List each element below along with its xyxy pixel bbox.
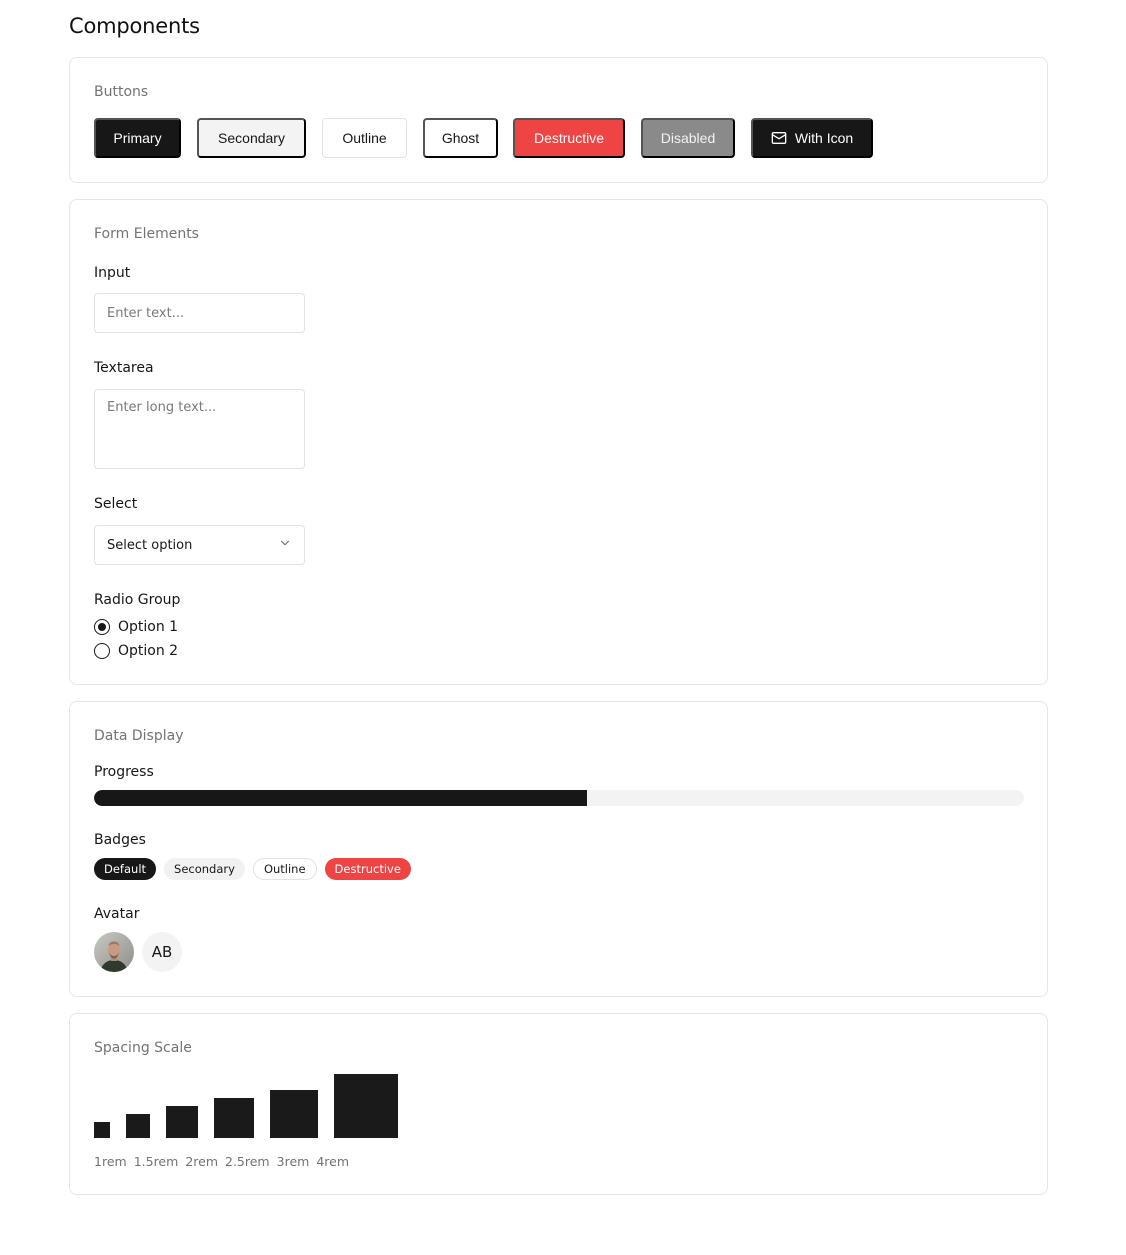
- radio-group-label: Radio Group: [94, 592, 181, 608]
- badge-outline: Outline: [252, 858, 317, 880]
- spacing-square-1rem: [94, 1122, 110, 1138]
- spacing-label: 1rem: [94, 1154, 127, 1169]
- secondary-button[interactable]: Secondary: [197, 118, 306, 158]
- select-label: Select: [94, 496, 138, 512]
- radio-option-1[interactable]: Option 1: [94, 619, 178, 635]
- spacing-square-3rem: [270, 1090, 318, 1138]
- data-display-card: Data Display Progress Badges Default Sec…: [69, 701, 1048, 997]
- badge-destructive: Destructive: [324, 858, 411, 880]
- avatar-list: AB: [94, 932, 182, 972]
- disabled-button[interactable]: Disabled: [641, 118, 735, 158]
- radio-option-label: Option 1: [118, 619, 179, 635]
- select-value: Select option: [107, 537, 193, 553]
- spacing-label: 2.5rem: [225, 1154, 270, 1169]
- radio-option-label: Option 2: [118, 643, 179, 659]
- badges-label: Badges: [94, 832, 146, 848]
- buttons-card: Buttons Primary Secondary Outline Ghost …: [69, 57, 1048, 183]
- input-label: Input: [94, 265, 131, 281]
- badge-secondary: Secondary: [164, 858, 245, 880]
- spacing-section-title: Spacing Scale: [94, 1040, 192, 1056]
- with-icon-label: With Icon: [794, 130, 854, 146]
- radio-checked[interactable]: [94, 619, 110, 635]
- avatar-label: Avatar: [94, 906, 140, 922]
- badge-list: Default Secondary Outline Destructive: [94, 858, 411, 880]
- spacing-square-2rem: [166, 1106, 198, 1138]
- spacing-label: 4rem: [316, 1154, 349, 1169]
- buttons-section-title: Buttons: [94, 84, 149, 100]
- outline-button[interactable]: Outline: [322, 118, 407, 158]
- spacing-square-2-5rem: [214, 1098, 254, 1138]
- form-section-title: Form Elements: [94, 226, 199, 242]
- spacing-label: 3rem: [276, 1154, 310, 1169]
- select-dropdown[interactable]: Select option: [94, 525, 305, 565]
- spacing-scale-card: Spacing Scale 1rem 1.5rem 2rem 2.5rem 3r…: [69, 1013, 1048, 1195]
- form-elements-card: Form Elements Input Textarea Select Sele…: [69, 199, 1048, 685]
- avatar-initials: AB: [142, 932, 182, 972]
- badge-default: Default: [94, 858, 157, 880]
- mail-icon: [771, 130, 787, 146]
- progress-fill: [94, 790, 587, 806]
- spacing-label: 2rem: [185, 1154, 218, 1169]
- page-title: Components: [69, 14, 200, 38]
- spacing-labels: 1rem 1.5rem 2rem 2.5rem 3rem 4rem: [94, 1154, 349, 1169]
- avatar-photo: [94, 932, 134, 972]
- ghost-button[interactable]: Ghost: [423, 118, 498, 158]
- progress-bar: [94, 790, 1024, 806]
- progress-label: Progress: [94, 764, 154, 780]
- textarea-field[interactable]: [94, 389, 305, 469]
- radio-unchecked[interactable]: [94, 643, 110, 659]
- destructive-button[interactable]: Destructive: [513, 118, 625, 158]
- primary-button[interactable]: Primary: [94, 118, 181, 158]
- spacing-square-4rem: [334, 1074, 398, 1138]
- textarea-label: Textarea: [94, 360, 154, 376]
- spacing-label: 1.5rem: [133, 1154, 179, 1169]
- text-input[interactable]: [94, 293, 305, 333]
- spacing-squares: [94, 1074, 398, 1138]
- data-display-section-title: Data Display: [94, 728, 184, 744]
- radio-option-2[interactable]: Option 2: [94, 643, 178, 659]
- chevron-down-icon: [278, 536, 292, 554]
- spacing-square-1-5rem: [126, 1114, 150, 1138]
- with-icon-button[interactable]: With Icon: [751, 118, 873, 158]
